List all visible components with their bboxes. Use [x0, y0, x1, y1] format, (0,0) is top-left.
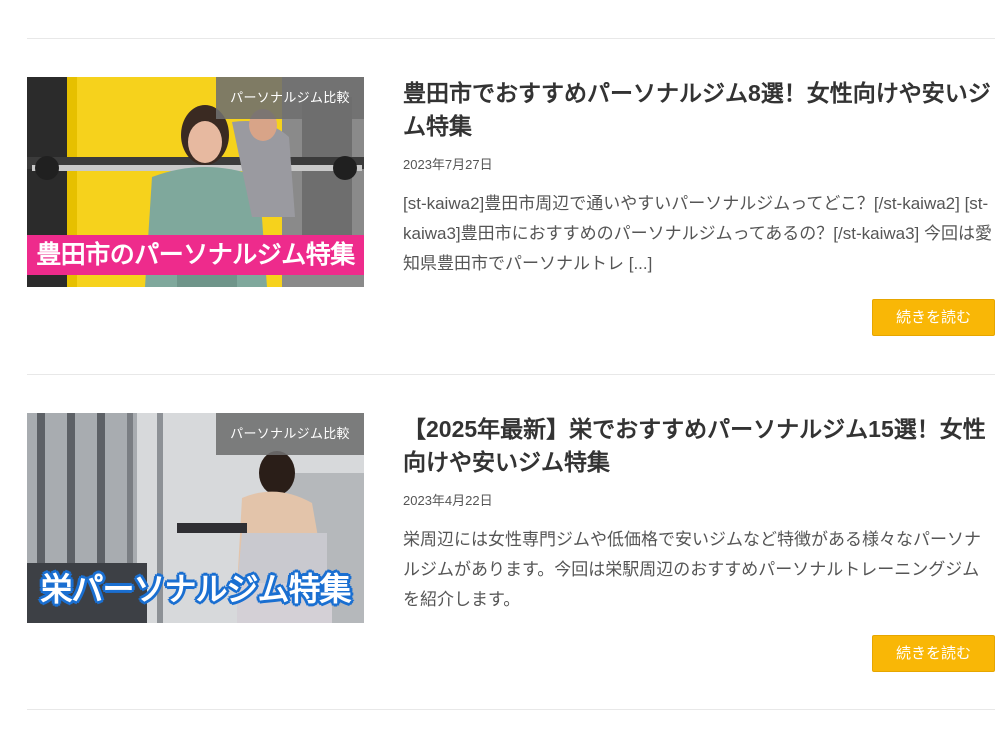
post-title[interactable]: 豊田市でおすすめパーソナルジム8選！女性向けや安いジム特集 — [403, 77, 995, 143]
post-date: 2023年4月22日 — [403, 493, 493, 508]
post-date: 2023年7月27日 — [403, 157, 493, 172]
read-more-button[interactable]: 続きを読む — [872, 635, 995, 672]
post-excerpt: [st-kaiwa2]豊田市周辺で通いやすいパーソナルジムってどこ？[/st-k… — [403, 194, 992, 273]
category-badge: パーソナルジム比較 — [216, 77, 364, 119]
read-more-button[interactable]: 続きを読む — [872, 299, 995, 336]
thumbnail-caption: 豊田市のパーソナルジム特集 — [27, 235, 364, 275]
post-card: パーソナルジム比較 豊田市のパーソナルジム特集 豊田市でおすすめパーソナルジム8… — [27, 77, 995, 337]
post-title[interactable]: 【2025年最新】栄でおすすめパーソナルジム15選！女性向けや安いジム特集 — [403, 413, 995, 479]
post-thumbnail[interactable]: パーソナルジム比較 栄パーソナルジム特集 — [27, 413, 364, 623]
category-badge: パーソナルジム比較 — [216, 413, 364, 455]
post-excerpt: 栄周辺には女性専門ジムや低価格で安いジムなど特徴がある様々なパーソナルジムがあり… — [403, 530, 981, 609]
divider — [27, 38, 995, 39]
post-content: 【2025年最新】栄でおすすめパーソナルジム15選！女性向けや安いジム特集 20… — [403, 413, 995, 615]
post-thumbnail[interactable]: パーソナルジム比較 豊田市のパーソナルジム特集 — [27, 77, 364, 287]
divider — [27, 709, 995, 710]
post-content: 豊田市でおすすめパーソナルジム8選！女性向けや安いジム特集 2023年7月27日… — [403, 77, 995, 279]
divider — [27, 374, 995, 375]
post-card: パーソナルジム比較 栄パーソナルジム特集 【2025年最新】栄でおすすめパーソナ… — [27, 413, 995, 673]
post-list: パーソナルジム比較 豊田市のパーソナルジム特集 豊田市でおすすめパーソナルジム8… — [0, 0, 1000, 750]
thumbnail-caption: 栄パーソナルジム特集 — [40, 571, 351, 607]
